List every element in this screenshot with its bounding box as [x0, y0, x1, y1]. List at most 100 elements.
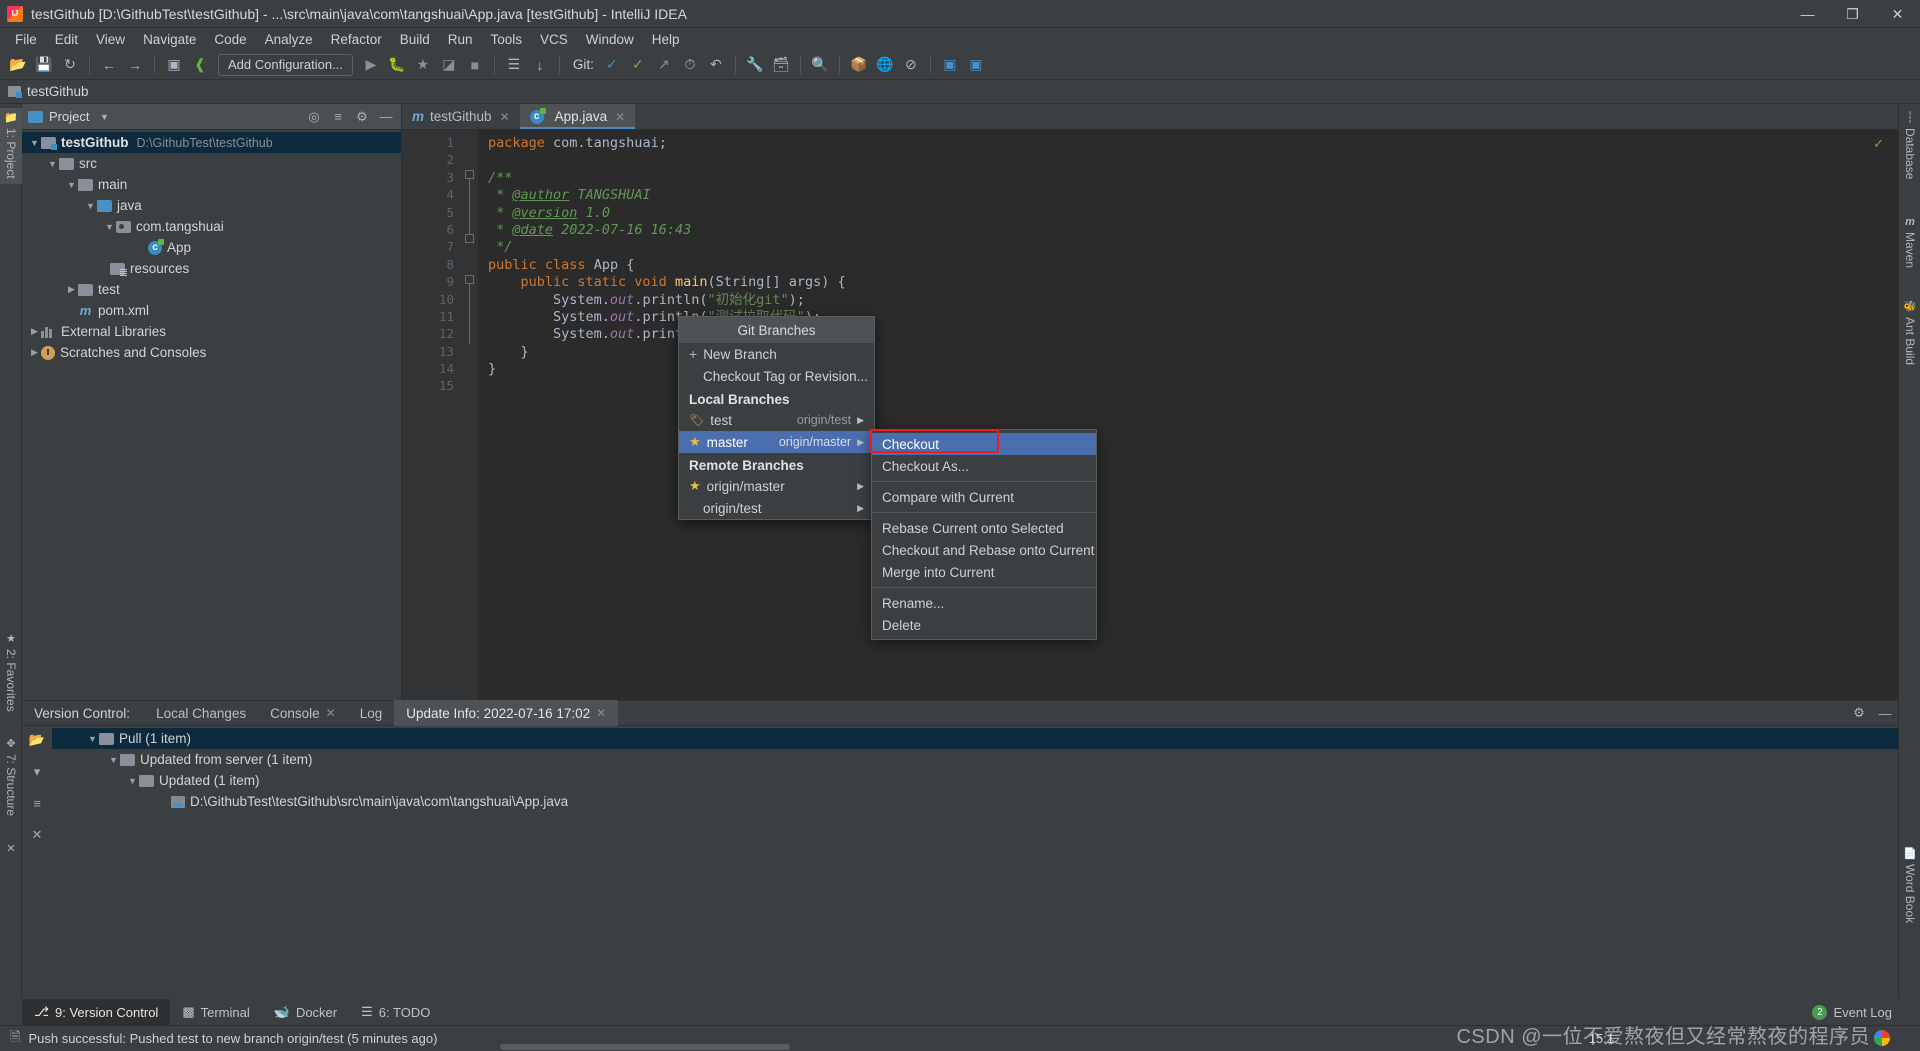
run-icon[interactable]: ▶	[359, 53, 383, 77]
menu-analyze[interactable]: Analyze	[256, 30, 322, 49]
tree-node-main[interactable]: ▼ main	[22, 174, 401, 195]
settings-gear-icon[interactable]: ⚙	[1846, 705, 1872, 721]
tab-console[interactable]: Console ✕	[258, 700, 348, 726]
horizontal-scrollbar[interactable]	[500, 1044, 790, 1050]
forward-arrow-icon[interactable]: →	[123, 53, 147, 77]
search-everywhere-icon[interactable]: 🔍	[808, 53, 832, 77]
group-by-icon[interactable]: 📂	[29, 732, 45, 748]
fold-marker-icon[interactable]	[465, 275, 474, 284]
sdk-icon[interactable]: 📦	[847, 53, 871, 77]
submenu-item-merge-into-current[interactable]: Merge into Current	[872, 561, 1096, 583]
caret-position[interactable]: 15:1	[1589, 1031, 1620, 1046]
sidebar-item-database[interactable]: ┆ Database	[1899, 108, 1920, 184]
inspection-status-icon[interactable]: ✓	[1873, 136, 1884, 152]
profiler-icon[interactable]: ◪	[437, 53, 461, 77]
menu-file[interactable]: File	[6, 30, 46, 49]
run-config-icon[interactable]: ▣	[162, 53, 186, 77]
close-icon[interactable]: ✕	[596, 706, 606, 720]
tree-node-external-libraries[interactable]: ▶ External Libraries	[22, 321, 401, 342]
sidebar-item-structure[interactable]: ✥ 7: Structure	[0, 734, 22, 821]
menu-run[interactable]: Run	[439, 30, 482, 49]
chevron-down-icon[interactable]: ▼	[65, 180, 78, 190]
tab-update-info[interactable]: Update Info: 2022-07-16 17:02 ✕	[394, 700, 619, 726]
submenu-item-checkout[interactable]: Checkout	[872, 433, 1096, 455]
notification-icon[interactable]: 🗎	[10, 1028, 20, 1050]
project-panel-title[interactable]: Project	[49, 109, 89, 124]
debug-icon[interactable]: 🐛	[385, 53, 409, 77]
menu-view[interactable]: View	[87, 30, 134, 49]
tab-log[interactable]: Log	[348, 700, 395, 726]
menu-edit[interactable]: Edit	[46, 30, 87, 49]
expand-collapse-icon[interactable]: ≡	[33, 796, 41, 811]
submenu-item-rebase-current-onto-selected[interactable]: Rebase Current onto Selected	[872, 517, 1096, 539]
breadcrumb-project[interactable]: testGithub	[27, 84, 89, 99]
sidebar-item-ant-build[interactable]: 🐝 Ant Build	[1899, 297, 1920, 370]
sidebar-item-maven[interactable]: m Maven	[1899, 212, 1920, 273]
close-button[interactable]: ✕	[1875, 0, 1920, 28]
menu-tools[interactable]: Tools	[482, 30, 532, 49]
submenu-item-delete[interactable]: Delete	[872, 614, 1096, 636]
add-configuration-button[interactable]: Add Configuration...	[218, 53, 353, 76]
close-icon[interactable]: ✕	[615, 110, 625, 124]
vc-tree-node-updated-from-server[interactable]: ▼ Updated from server (1 item)	[52, 749, 1898, 770]
forbidden-icon[interactable]: ⊘	[899, 53, 923, 77]
bottom-tab-terminal[interactable]: ▩ Terminal	[170, 999, 261, 1025]
fold-marker-icon[interactable]	[465, 170, 474, 179]
tree-node-src[interactable]: ▼ src	[22, 153, 401, 174]
menu-window[interactable]: Window	[577, 30, 643, 49]
branch-item-master[interactable]: ★ master origin/master ▶	[679, 431, 874, 453]
chevron-down-icon[interactable]: ▼	[28, 138, 41, 148]
bottom-tab-docker[interactable]: 🐋 Docker	[262, 999, 349, 1025]
history-icon[interactable]: ⏱	[678, 53, 702, 77]
chevron-right-icon[interactable]: ▶	[857, 481, 864, 492]
commit-icon[interactable]: ✓	[626, 53, 650, 77]
chevron-down-icon[interactable]: ▼	[126, 776, 139, 786]
sync-icon[interactable]: ↻	[58, 53, 82, 77]
tab-local-changes[interactable]: Local Changes	[144, 700, 258, 726]
chevron-down-icon[interactable]: ▼	[103, 222, 116, 232]
chevron-right-icon[interactable]: ▶	[28, 326, 41, 337]
close-tool-window-button[interactable]: ✕	[0, 839, 22, 860]
checkout-tag-item[interactable]: Checkout Tag or Revision...	[679, 365, 874, 387]
close-icon[interactable]: ✕	[500, 110, 510, 124]
tree-node-package[interactable]: ▼ com.tangshuai	[22, 216, 401, 237]
build-icon[interactable]: ☰	[502, 53, 526, 77]
submenu-item-compare-with-current[interactable]: Compare with Current	[872, 486, 1096, 508]
vc-tree-node-updated[interactable]: ▼ Updated (1 item)	[52, 770, 1898, 791]
chevron-down-icon[interactable]: ▼	[95, 112, 113, 122]
hide-icon[interactable]: —	[377, 109, 395, 124]
coverage-icon[interactable]: ★	[411, 53, 435, 77]
menu-navigate[interactable]: Navigate	[134, 30, 205, 49]
menu-help[interactable]: Help	[643, 30, 689, 49]
submenu-item-checkout-and-rebase-onto-current[interactable]: Checkout and Rebase onto Current	[872, 539, 1096, 561]
save-icon[interactable]: 💾	[32, 53, 56, 77]
tab-testgithub[interactable]: m testGithub ✕	[402, 104, 520, 129]
tree-node-scratches[interactable]: ▶ Scratches and Consoles	[22, 342, 401, 363]
chevron-down-icon[interactable]: ▼	[86, 734, 99, 744]
web-icon[interactable]: 🌐	[873, 53, 897, 77]
maximize-button[interactable]: ❐	[1830, 0, 1875, 28]
translate-icon[interactable]: ▣	[964, 53, 988, 77]
minimize-button[interactable]: —	[1785, 0, 1830, 28]
fold-marker-icon[interactable]	[465, 234, 474, 243]
back-arrow-icon[interactable]: ←	[97, 53, 121, 77]
push-icon[interactable]: ↗	[652, 53, 676, 77]
menu-build[interactable]: Build	[391, 30, 439, 49]
install-icon[interactable]: ↓	[528, 53, 552, 77]
close-icon[interactable]: ✕	[326, 706, 336, 720]
menu-refactor[interactable]: Refactor	[322, 30, 391, 49]
project-structure-icon[interactable]: 🗃	[769, 53, 793, 77]
tree-node-pom-xml[interactable]: m pom.xml	[22, 300, 401, 321]
chevron-right-icon[interactable]: ▶	[65, 284, 78, 295]
event-log-button[interactable]: 2 Event Log	[1800, 999, 1904, 1025]
chevron-right-icon[interactable]: ▶	[28, 347, 41, 358]
bottom-tab-todo[interactable]: ☰ 6: TODO	[349, 999, 442, 1025]
branch-item-test[interactable]: 🏷 test origin/test ▶	[679, 409, 874, 431]
collapse-all-icon[interactable]: ≡	[329, 109, 347, 124]
sidebar-item-favorites[interactable]: ★ 2: Favorites	[0, 629, 22, 717]
new-branch-item[interactable]: + New Branch	[679, 343, 874, 365]
bottom-tab-version-control[interactable]: ⎇ 9: Version Control	[22, 999, 171, 1025]
ab-icon[interactable]: ▣	[938, 53, 962, 77]
chevron-down-icon[interactable]: ▼	[107, 755, 120, 765]
tab-app-java[interactable]: App.java ✕	[519, 104, 636, 129]
